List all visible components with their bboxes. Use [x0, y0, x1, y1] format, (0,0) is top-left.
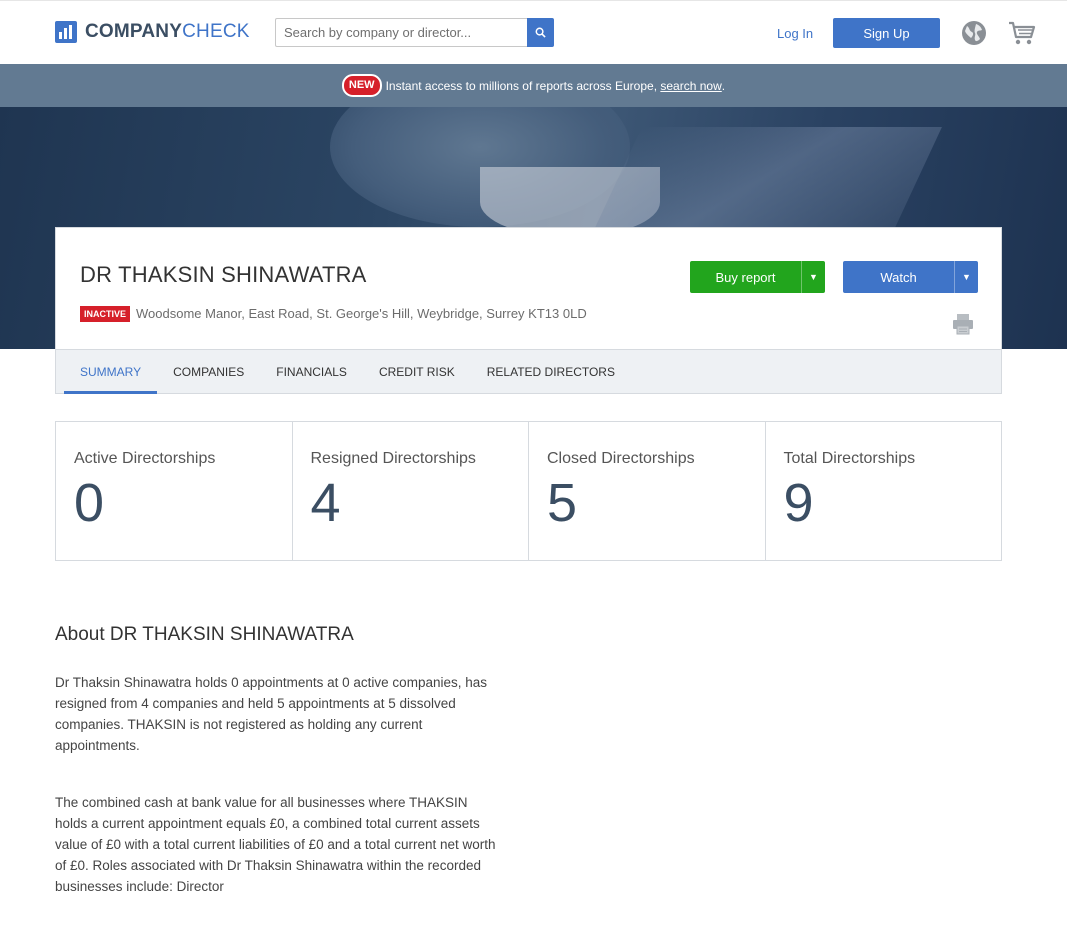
watch-button[interactable]: Watch ▼ — [843, 261, 978, 293]
new-badge: NEW — [341, 74, 382, 97]
logo-mark-icon — [55, 21, 77, 43]
profile-tabs: SUMMARY COMPANIES FINANCIALS CREDIT RISK… — [56, 349, 1001, 394]
cart-icon[interactable] — [1008, 20, 1036, 46]
director-address: Woodsome Manor, East Road, St. George's … — [136, 306, 587, 321]
stat-value: 0 — [74, 473, 105, 533]
stat-label: Active Directorships — [74, 450, 216, 467]
tab-financials[interactable]: FINANCIALS — [260, 350, 363, 394]
search-input[interactable] — [275, 18, 527, 47]
status-badge: INACTIVE — [80, 306, 131, 322]
caret-down-icon[interactable]: ▼ — [801, 261, 825, 293]
tab-related-directors[interactable]: RELATED DIRECTORS — [471, 350, 631, 394]
directorship-stats: Active Directorships 0 Resigned Director… — [55, 421, 1002, 561]
profile-card: DR THAKSIN SHINAWATRA INACTIVE Woodsome … — [55, 227, 1002, 394]
about-paragraph-2: The combined cash at bank value for all … — [55, 795, 496, 894]
logo[interactable]: COMPANYCHECK — [55, 20, 250, 44]
stat-closed: Closed Directorships 5 — [529, 422, 766, 560]
stat-active: Active Directorships 0 — [56, 422, 293, 560]
search-icon — [535, 27, 546, 38]
announcement-suffix: . — [721, 78, 726, 93]
stat-resigned: Resigned Directorships 4 — [293, 422, 529, 560]
globe-icon[interactable] — [961, 20, 987, 46]
buy-report-label[interactable]: Buy report — [690, 261, 801, 293]
stat-value: 4 — [310, 473, 341, 533]
stat-value: 5 — [547, 473, 578, 533]
stat-label: Total Directorships — [783, 450, 916, 467]
about-paragraph-1: Dr Thaksin Shinawatra holds 0 appointmen… — [55, 675, 487, 753]
login-link[interactable]: Log In — [777, 26, 813, 41]
buy-report-button[interactable]: Buy report ▼ — [690, 261, 825, 293]
caret-down-icon[interactable]: ▼ — [954, 261, 978, 293]
director-name: DR THAKSIN SHINAWATRA — [80, 262, 367, 287]
stat-value: 9 — [783, 473, 814, 533]
announcement-bar: NEW Instant access to millions of report… — [0, 64, 1067, 107]
search-bar — [275, 18, 554, 47]
logo-text: COMPANYCHECK — [85, 21, 250, 42]
search-button[interactable] — [527, 18, 554, 47]
stat-label: Closed Directorships — [547, 450, 695, 467]
print-icon[interactable] — [951, 312, 975, 336]
tab-summary[interactable]: SUMMARY — [64, 350, 158, 394]
tab-companies[interactable]: COMPANIES — [157, 350, 260, 394]
search-now-link[interactable]: search now — [660, 79, 721, 93]
signup-button[interactable]: Sign Up — [833, 18, 940, 48]
top-navbar: COMPANYCHECK Log In Sign Up — [0, 0, 1067, 64]
announcement-text: Instant access to millions of reports ac… — [385, 78, 658, 93]
about-heading: About DR THAKSIN SHINAWATRA — [55, 624, 354, 645]
stat-total: Total Directorships 9 — [766, 422, 1002, 560]
watch-label[interactable]: Watch — [843, 261, 954, 293]
tab-credit-risk[interactable]: CREDIT RISK — [363, 350, 471, 394]
stat-label: Resigned Directorships — [310, 450, 476, 467]
